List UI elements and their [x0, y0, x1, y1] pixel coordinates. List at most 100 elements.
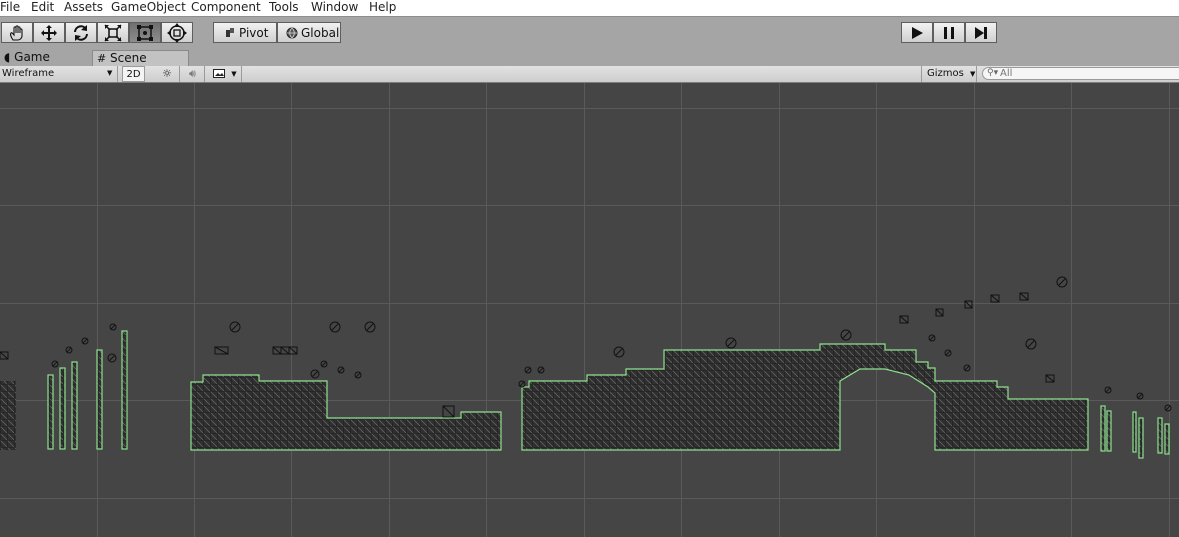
tab-game-label: Game	[14, 50, 50, 64]
gizmos-dropdown[interactable]: Gizmos ▼	[921, 66, 977, 82]
terrain-pillar	[71, 361, 78, 450]
global-toggle[interactable]: Global	[277, 22, 341, 43]
search-placeholder: All	[1000, 68, 1013, 79]
sprite-box-diagonal	[964, 300, 973, 309]
dropdown-arrow-icon: ▼	[107, 69, 113, 77]
global-label: Global	[301, 25, 340, 40]
sprite-coin-mark	[1058, 278, 1066, 286]
sprite-coin-mark	[321, 361, 327, 367]
terrain-platform	[521, 343, 1089, 451]
transform-icon	[167, 22, 187, 43]
sprite-coin-mark	[231, 323, 239, 331]
terrain-pillar	[1132, 411, 1137, 453]
menu-gameobject[interactable]: GameObject	[111, 0, 186, 14]
sprite-coin-mark	[52, 361, 58, 367]
pause-button[interactable]	[933, 22, 965, 43]
terrain-block	[0, 381, 16, 450]
terrain-pillar	[1138, 417, 1144, 459]
sprite-coin-mark	[110, 324, 116, 330]
sprite-box-diagonal	[272, 346, 282, 355]
scene-toolbar: Wireframe ▼ 2D ☼ 🔊︎ ▼ Gizmos ▼ ⚲▾ All	[0, 66, 1179, 83]
pause-icon	[944, 26, 954, 39]
move-tool-button[interactable]	[33, 22, 65, 43]
sprite-box-diagonal	[0, 351, 9, 360]
terrain-pillar	[1100, 405, 1106, 452]
hierarchy-search-input[interactable]: ⚲▾ All	[982, 67, 1179, 80]
terrain-pillar	[47, 374, 54, 450]
sprite-box-diagonal	[442, 405, 455, 418]
main-toolbar: Pivot Global	[0, 16, 1179, 49]
scene-grid-icon: #	[97, 52, 107, 65]
sprite-box-diagonal	[288, 346, 298, 355]
rotate-icon	[74, 24, 88, 41]
sprite-coin-mark	[312, 371, 318, 377]
sprite-coin-mark	[964, 365, 970, 371]
move-arrows-icon	[41, 24, 57, 41]
scene-viewport[interactable]	[0, 83, 1179, 537]
pivot-toggle[interactable]: Pivot	[213, 22, 277, 43]
scale-tool-button[interactable]	[97, 22, 129, 43]
scene-grid	[0, 83, 1179, 537]
terrain-pillar	[1106, 410, 1112, 452]
tab-scene[interactable]: # Scene	[92, 50, 189, 66]
sprite-coin-mark	[82, 338, 88, 344]
globe-icon	[286, 27, 298, 38]
pivot-label: Pivot	[239, 25, 269, 40]
2d-mode-toggle[interactable]: 2D	[122, 66, 145, 82]
sun-icon: ☼	[162, 67, 172, 80]
play-icon	[912, 26, 923, 39]
shading-mode-value: Wireframe	[2, 68, 55, 79]
sprite-coin-mark	[66, 347, 72, 353]
effects-dropdown[interactable]: ▼	[208, 66, 242, 82]
sprite-coin-mark	[366, 323, 374, 331]
terrain-pillar	[59, 367, 66, 450]
menu-tools[interactable]: Tools	[269, 0, 299, 14]
sprite-box-diagonal	[214, 346, 229, 355]
view-tabs: ◖ Game # Scene	[0, 49, 1179, 66]
transform-tool-button[interactable]	[161, 22, 193, 43]
sprite-coin-mark	[1105, 387, 1111, 393]
tab-game[interactable]: ◖ Game	[0, 50, 88, 66]
sprite-coin-mark	[1137, 393, 1143, 399]
terrain-pillar	[1164, 423, 1170, 455]
menu-edit[interactable]: Edit	[31, 0, 54, 14]
sprite-coin-mark	[519, 381, 525, 387]
rect-tool-icon	[137, 24, 153, 41]
menu-file[interactable]: File	[0, 0, 20, 14]
sprite-box-diagonal	[1019, 292, 1029, 301]
menu-window[interactable]: Window	[311, 0, 358, 14]
speaker-icon: 🔊︎	[189, 67, 196, 80]
audio-toggle[interactable]: 🔊︎	[181, 66, 205, 82]
sprite-coin-mark	[355, 372, 361, 378]
play-button[interactable]	[901, 22, 933, 43]
sprite-coin-mark	[109, 355, 115, 361]
sprite-box-diagonal	[280, 346, 290, 355]
menu-help[interactable]: Help	[369, 0, 396, 14]
sprite-coin-mark	[929, 335, 935, 341]
scene-canvas[interactable]	[0, 83, 1179, 537]
rect-tool-button[interactable]	[129, 22, 161, 43]
sprite-coin-mark	[525, 367, 531, 373]
sprite-box-diagonal	[990, 294, 1000, 303]
terrain-pillar	[121, 330, 128, 450]
sprite-coin-mark	[338, 367, 344, 373]
shading-mode-dropdown[interactable]: Wireframe ▼	[0, 66, 118, 82]
sprite-box-diagonal	[899, 315, 909, 324]
sprite-coin-mark	[331, 323, 339, 331]
menu-assets[interactable]: Assets	[64, 0, 103, 14]
sprite-coin-mark	[842, 331, 850, 339]
pivot-icon	[226, 27, 234, 37]
lighting-toggle[interactable]: ☼	[155, 66, 180, 82]
hand-tool-button[interactable]	[1, 22, 33, 43]
search-icon: ⚲▾	[987, 68, 999, 78]
menu-component[interactable]: Component	[191, 0, 261, 14]
rotate-tool-button[interactable]	[65, 22, 97, 43]
step-button[interactable]	[965, 22, 997, 43]
terrain-pillar	[96, 349, 103, 450]
sprite-coin-mark	[727, 339, 735, 347]
game-tab-icon: ◖	[4, 50, 11, 64]
menu-bar: File Edit Assets GameObject Component To…	[0, 0, 1179, 16]
sprite-coin-mark	[945, 350, 951, 356]
gizmos-arrow-icon: ▼	[970, 70, 976, 78]
sprite-box-diagonal	[1045, 374, 1055, 383]
